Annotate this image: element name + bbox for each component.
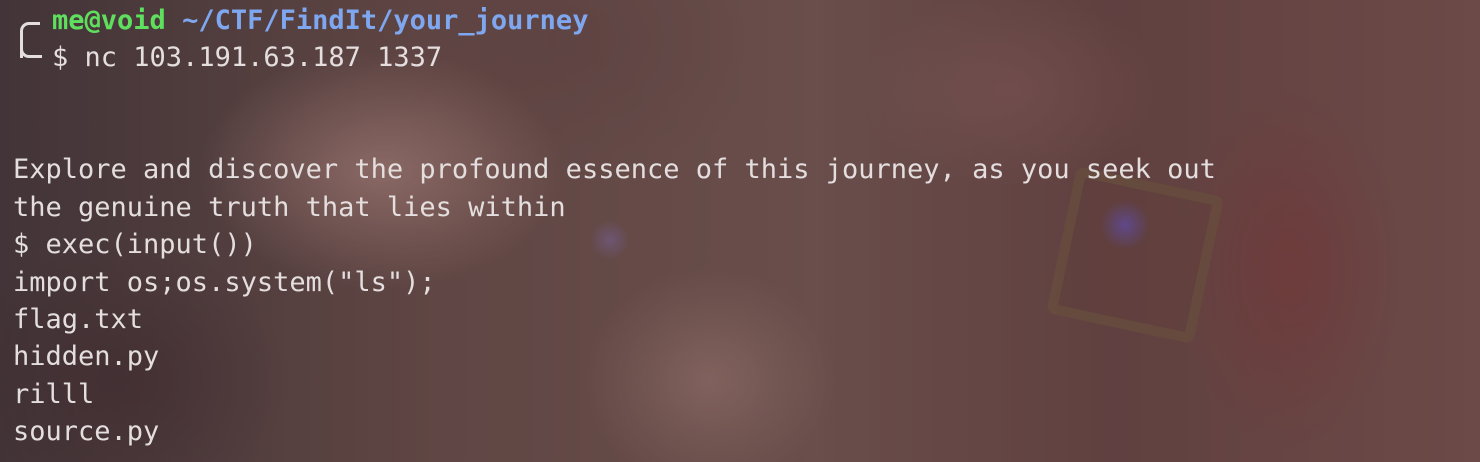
output-line-intro-1: Explore and discover the profound essenc… bbox=[13, 154, 1216, 185]
command-line: $ nc 103.191.63.187 1337 bbox=[52, 39, 442, 76]
prompt-path: ~/CTF/FindIt/your_journey bbox=[182, 5, 589, 36]
output-line-user-input: import os;os.system("ls"); bbox=[13, 267, 436, 298]
prompt-bracket-bottom bbox=[20, 46, 42, 58]
output-line-file-flag: flag.txt bbox=[13, 304, 144, 335]
output-line-file-source: source.py bbox=[13, 416, 160, 447]
command-text: nc 103.191.63.187 1337 bbox=[84, 42, 443, 73]
output-line-file-rilll: rilll bbox=[13, 379, 95, 410]
prompt-symbol: $ bbox=[52, 42, 69, 73]
prompt-header: me@void ~/CTF/FindIt/your_journey bbox=[52, 2, 588, 39]
output-line-intro-2: the genuine truth that lies within bbox=[13, 192, 566, 223]
output-line-file-hidden: hidden.py bbox=[13, 341, 160, 372]
terminal-window[interactable]: me@void ~/CTF/FindIt/your_journey $ nc 1… bbox=[0, 0, 1480, 462]
output-line-exec-prompt: $ exec(input()) bbox=[13, 229, 257, 260]
prompt-user-host: me@void bbox=[52, 5, 166, 36]
